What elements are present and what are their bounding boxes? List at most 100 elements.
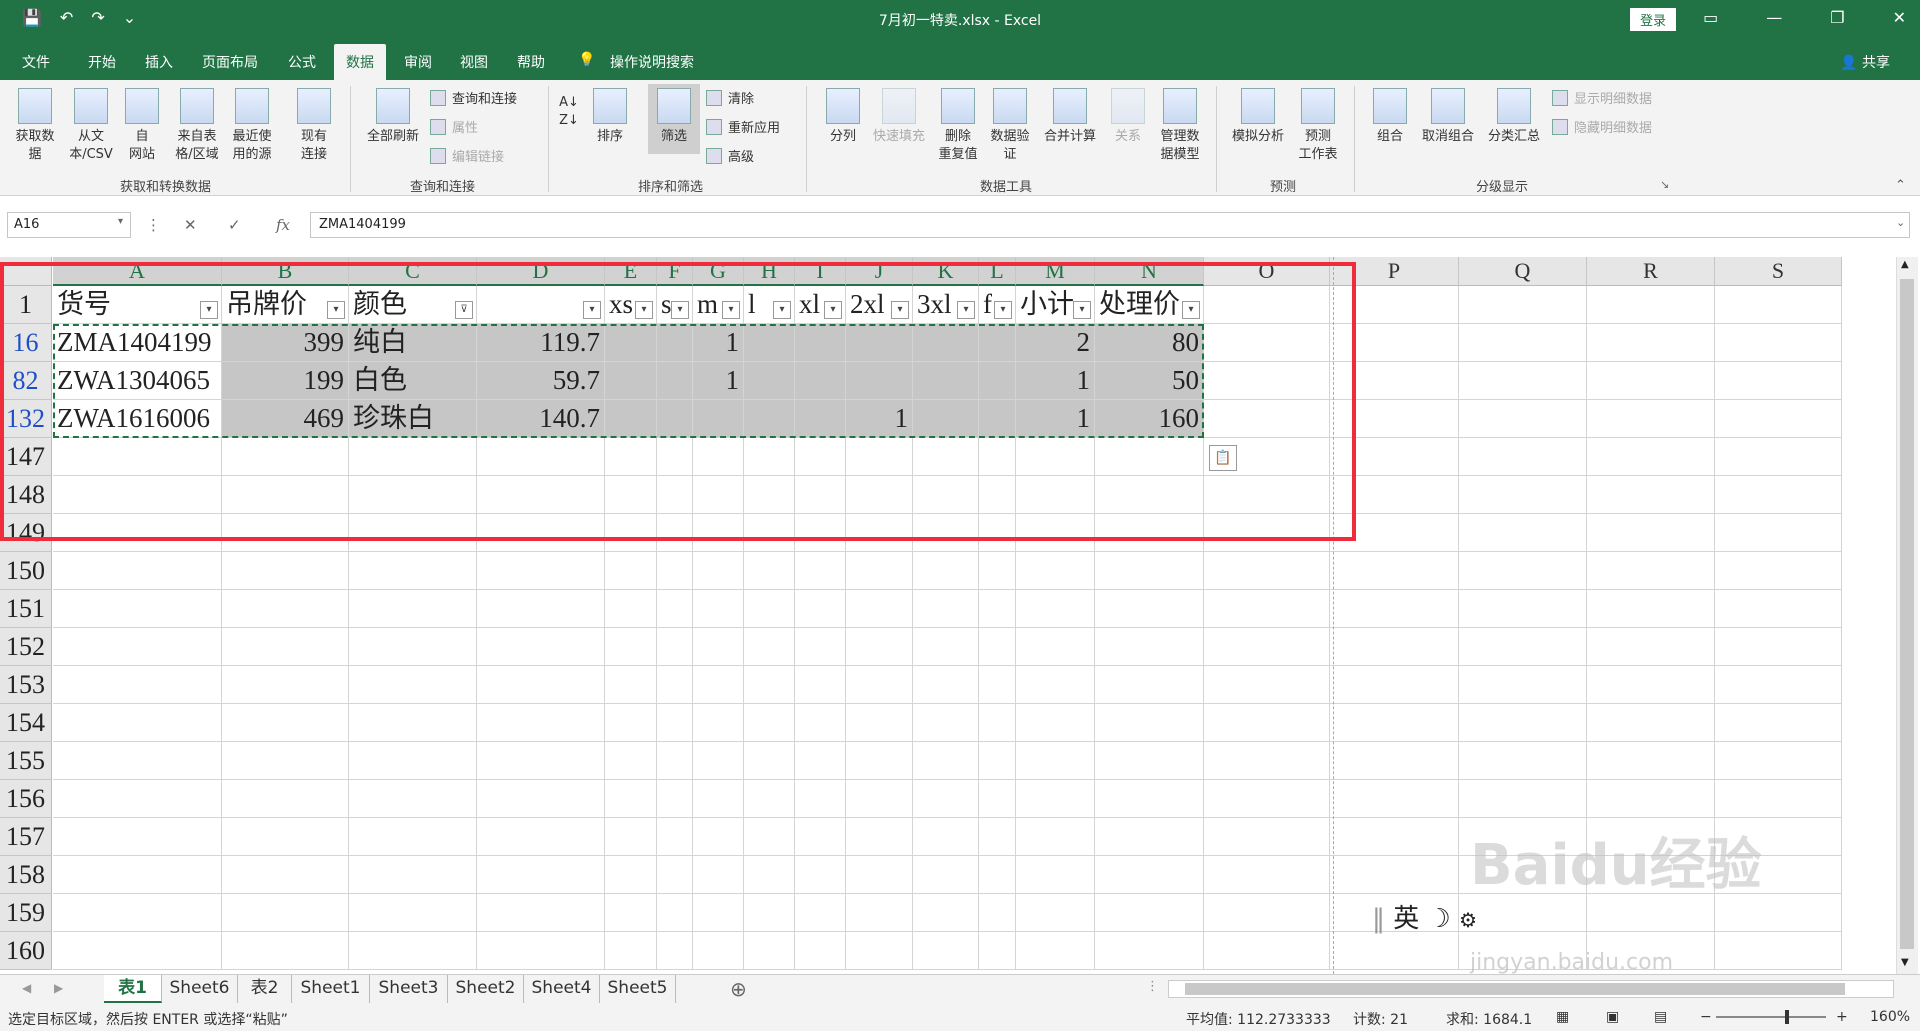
cell[interactable] <box>913 856 979 894</box>
cell[interactable] <box>349 666 477 704</box>
cell[interactable] <box>222 666 349 704</box>
tab-view[interactable]: 视图 <box>460 52 488 72</box>
cell[interactable] <box>349 894 477 932</box>
data-model-button[interactable]: 管理数 据模型 <box>1154 88 1206 164</box>
from-web-button[interactable]: 自网站 <box>120 88 164 164</box>
cell[interactable] <box>979 818 1016 856</box>
tab-page-layout[interactable]: 页面布局 <box>202 52 258 72</box>
cell[interactable] <box>795 818 846 856</box>
cell[interactable] <box>1204 780 1330 818</box>
cell[interactable] <box>53 628 222 666</box>
cell[interactable] <box>1095 552 1204 590</box>
edit-links-button[interactable]: 编辑链接 <box>430 146 504 165</box>
cell[interactable] <box>1715 590 1842 628</box>
cell[interactable] <box>1715 476 1842 514</box>
cell[interactable] <box>1715 666 1842 704</box>
cell[interactable] <box>605 628 657 666</box>
tab-data[interactable]: 数据 <box>334 44 386 80</box>
cell[interactable] <box>1715 362 1842 400</box>
cell[interactable] <box>349 780 477 818</box>
cell[interactable] <box>1016 818 1095 856</box>
cell[interactable] <box>1459 666 1587 704</box>
cell[interactable] <box>1715 438 1842 476</box>
cell[interactable] <box>657 894 693 932</box>
cell[interactable] <box>1587 628 1715 666</box>
cell[interactable] <box>222 590 349 628</box>
zoom-slider-thumb[interactable] <box>1785 1010 1789 1024</box>
vertical-scrollbar[interactable]: ▲ ▼ <box>1896 257 1918 974</box>
forecast-sheet-button[interactable]: 预测 工作表 <box>1294 88 1342 164</box>
row-header[interactable]: 153 <box>0 666 52 704</box>
cell[interactable] <box>744 552 795 590</box>
cell[interactable] <box>657 932 693 970</box>
cell[interactable] <box>744 628 795 666</box>
cell[interactable] <box>744 818 795 856</box>
filter-button[interactable]: 筛选 <box>648 84 700 154</box>
cell[interactable] <box>657 818 693 856</box>
cell[interactable] <box>657 628 693 666</box>
cell[interactable] <box>605 856 657 894</box>
cell[interactable] <box>657 704 693 742</box>
cell[interactable] <box>657 742 693 780</box>
close-icon[interactable]: ✕ <box>1893 8 1906 27</box>
cell[interactable] <box>605 590 657 628</box>
cell[interactable] <box>1715 742 1842 780</box>
what-if-analysis-button[interactable]: 模拟分析 <box>1226 88 1290 146</box>
cell[interactable] <box>349 932 477 970</box>
name-box-dropdown-icon[interactable]: ▾ <box>118 216 123 227</box>
cell[interactable] <box>693 856 744 894</box>
cell[interactable] <box>605 552 657 590</box>
cell[interactable] <box>222 628 349 666</box>
name-box[interactable]: A16 <box>7 212 131 238</box>
show-detail-button[interactable]: 显示明细数据 <box>1552 88 1652 107</box>
cell[interactable] <box>349 818 477 856</box>
cell[interactable] <box>1715 628 1842 666</box>
cell[interactable] <box>744 666 795 704</box>
cell[interactable] <box>53 742 222 780</box>
cell[interactable] <box>1715 514 1842 552</box>
cell[interactable] <box>222 818 349 856</box>
cell[interactable] <box>1095 894 1204 932</box>
cell[interactable] <box>477 666 605 704</box>
reapply-button[interactable]: 重新应用 <box>706 117 780 136</box>
group-button[interactable]: 组合 <box>1368 88 1412 146</box>
cell[interactable] <box>1016 704 1095 742</box>
cell[interactable] <box>1016 552 1095 590</box>
cell[interactable] <box>1459 552 1587 590</box>
row-header[interactable]: 152 <box>0 628 52 666</box>
cell[interactable] <box>1204 742 1330 780</box>
scroll-down-icon[interactable]: ▼ <box>1901 957 1909 968</box>
cell[interactable] <box>53 856 222 894</box>
cell[interactable] <box>53 666 222 704</box>
cell[interactable] <box>605 780 657 818</box>
cell[interactable] <box>222 552 349 590</box>
cell[interactable] <box>913 894 979 932</box>
cell[interactable] <box>913 742 979 780</box>
cell[interactable] <box>693 818 744 856</box>
cell[interactable] <box>1459 400 1587 438</box>
cell[interactable] <box>744 856 795 894</box>
cell[interactable] <box>222 742 349 780</box>
cell[interactable] <box>1330 932 1459 970</box>
cell[interactable] <box>795 552 846 590</box>
cell[interactable] <box>1016 666 1095 704</box>
cell[interactable] <box>1587 286 1715 324</box>
cell[interactable] <box>1459 476 1587 514</box>
column-header-q[interactable]: Q <box>1459 257 1587 286</box>
sheet-tab[interactable]: Sheet4 <box>524 975 600 1003</box>
row-header[interactable]: 158 <box>0 856 52 894</box>
cell[interactable] <box>1330 628 1459 666</box>
cell[interactable] <box>1459 590 1587 628</box>
horizontal-scrollbar[interactable] <box>1168 980 1894 998</box>
cell[interactable] <box>349 856 477 894</box>
cell[interactable] <box>979 590 1016 628</box>
cell[interactable] <box>605 704 657 742</box>
cell[interactable] <box>53 818 222 856</box>
cell[interactable] <box>846 856 913 894</box>
cell[interactable] <box>693 742 744 780</box>
cell[interactable] <box>53 704 222 742</box>
cell[interactable] <box>795 780 846 818</box>
page-break-view-icon[interactable]: ▤ <box>1654 1009 1667 1025</box>
cell[interactable] <box>1715 324 1842 362</box>
cell[interactable] <box>1204 856 1330 894</box>
